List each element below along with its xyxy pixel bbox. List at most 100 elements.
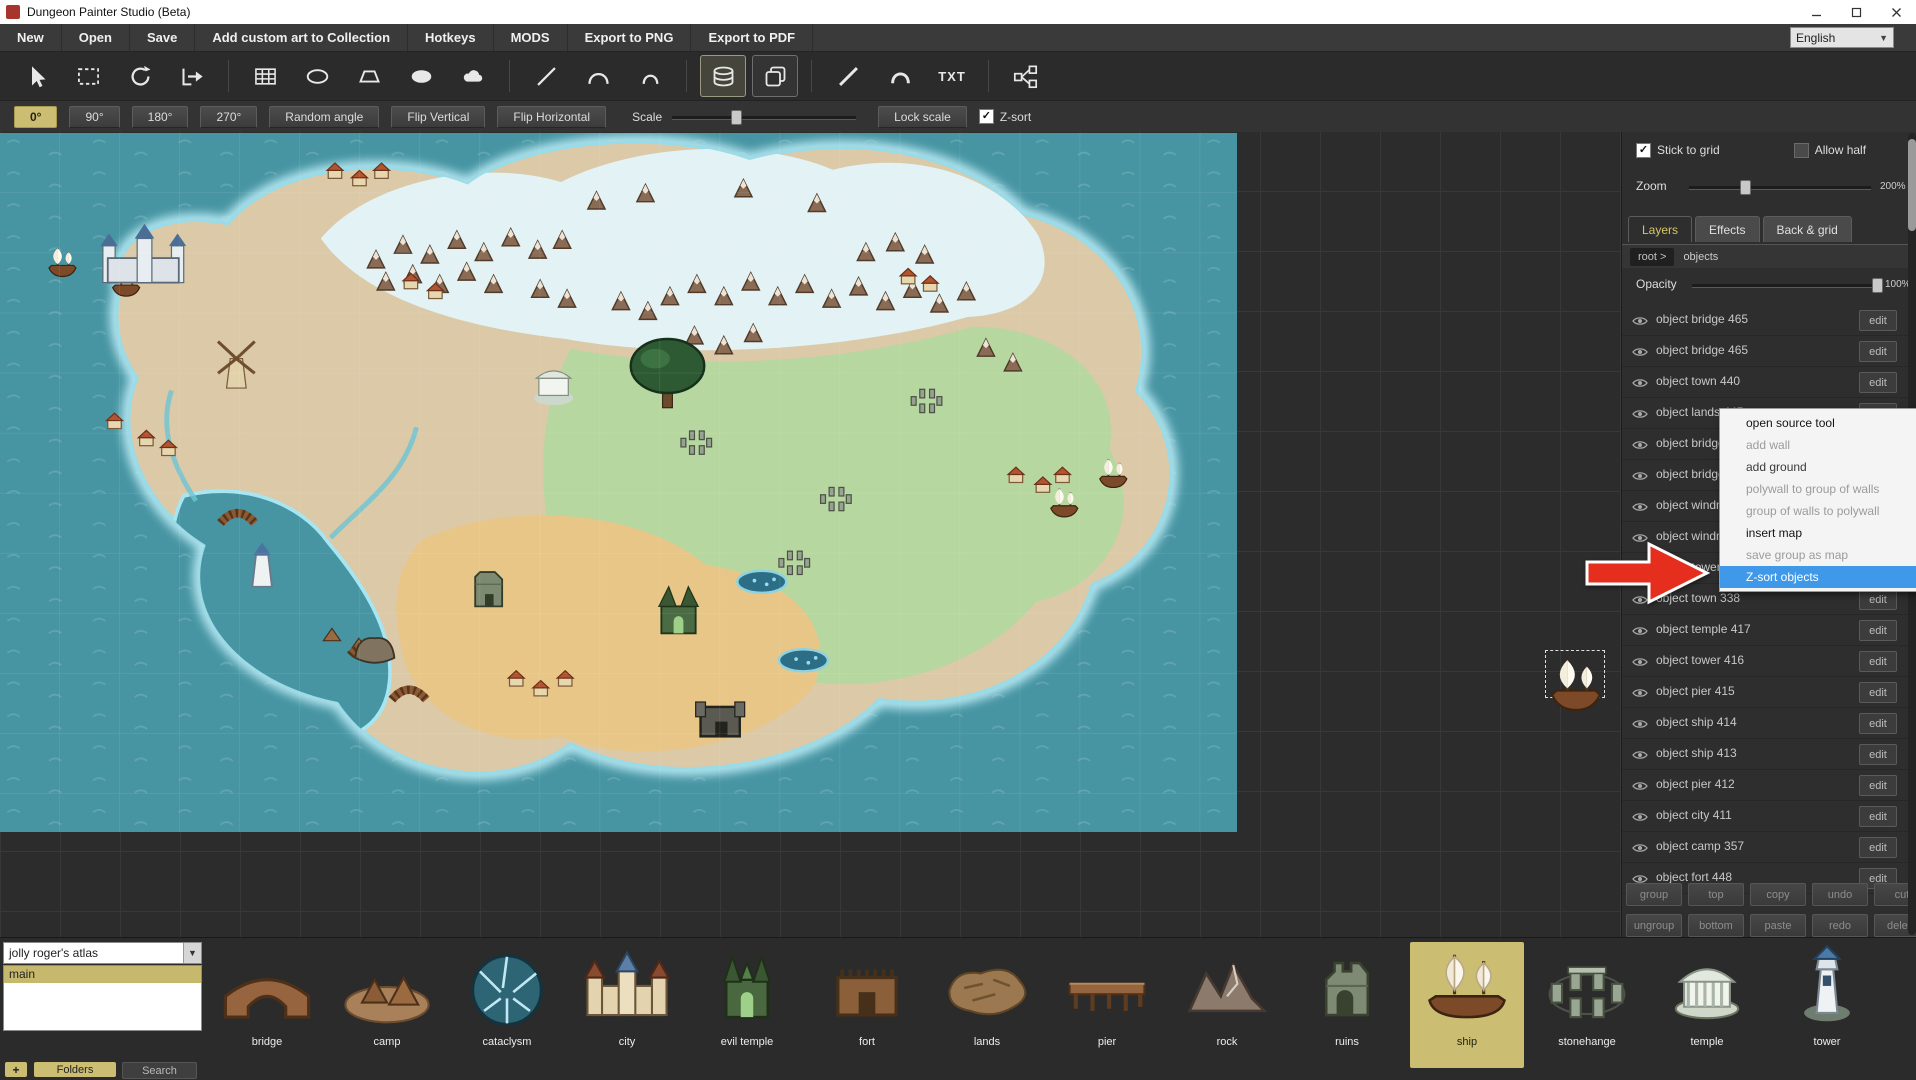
breadcrumb-root[interactable]: root > [1630, 248, 1674, 266]
line-tool-button[interactable] [523, 55, 569, 97]
context-menu-item-z-sort-objects[interactable]: Z-sort objects [1720, 566, 1916, 588]
visibility-eye-icon[interactable] [1632, 717, 1648, 735]
collection-select[interactable]: jolly roger's atlas ▼ [3, 942, 202, 964]
close-icon[interactable] [1876, 0, 1916, 24]
asset-tower[interactable]: tower [1767, 938, 1887, 1080]
move-tool-button[interactable] [169, 55, 215, 97]
stick-to-grid-checkbox[interactable]: ✓ [1636, 143, 1651, 158]
menu-item-open[interactable]: Open [62, 24, 130, 51]
nodes-tool-button[interactable] [1002, 55, 1048, 97]
random-angle-button[interactable]: Random angle [269, 106, 379, 128]
cloud-tool-button[interactable] [450, 55, 496, 97]
ellipse-tool-button[interactable] [294, 55, 340, 97]
layer-row[interactable]: object camp 357edit [1622, 832, 1916, 863]
pointer-tool-button[interactable] [13, 55, 59, 97]
rotate-tool-button[interactable] [117, 55, 163, 97]
layer-edit-button[interactable]: edit [1859, 775, 1897, 796]
context-menu-item-save-group-as-map[interactable]: save group as map [1720, 544, 1916, 566]
layer-edit-button[interactable]: edit [1859, 310, 1897, 331]
layer-edit-button[interactable]: edit [1859, 806, 1897, 827]
asset-pier[interactable]: pier [1047, 938, 1167, 1080]
asset-camp[interactable]: camp [327, 938, 447, 1080]
menu-item-add-custom-art-to-collection[interactable]: Add custom art to Collection [195, 24, 408, 51]
layer-row[interactable]: object bridge 465edit [1622, 305, 1916, 336]
marquee-tool-button[interactable] [65, 55, 111, 97]
visibility-eye-icon[interactable] [1632, 748, 1648, 766]
visibility-eye-icon[interactable] [1632, 779, 1648, 797]
visibility-eye-icon[interactable] [1632, 841, 1648, 859]
context-menu-item-group-of-walls-to-polywall[interactable]: group of walls to polywall [1720, 500, 1916, 522]
layer-edit-button[interactable]: edit [1859, 589, 1897, 610]
menu-item-hotkeys[interactable]: Hotkeys [408, 24, 494, 51]
sidebar-scrollbar-thumb[interactable] [1908, 139, 1916, 231]
visibility-eye-icon[interactable] [1632, 624, 1648, 642]
menu-item-export-to-pdf[interactable]: Export to PDF [691, 24, 813, 51]
action-redo-button[interactable]: redo [1812, 914, 1868, 937]
add-folder-button[interactable]: + [5, 1062, 27, 1077]
layer-edit-button[interactable]: edit [1859, 620, 1897, 641]
visibility-eye-icon[interactable] [1632, 438, 1648, 456]
scale-slider[interactable] [672, 110, 856, 124]
tab-folders[interactable]: Folders [34, 1062, 116, 1077]
scale-slider-thumb[interactable] [731, 110, 742, 125]
language-select[interactable]: English ▼ [1790, 27, 1894, 48]
maximize-icon[interactable] [1836, 0, 1876, 24]
slab-tool-button[interactable] [346, 55, 392, 97]
arc-tool-button[interactable] [575, 55, 621, 97]
action-top-button[interactable]: top [1688, 883, 1744, 906]
menu-item-mods[interactable]: MODS [494, 24, 568, 51]
asset-cataclysm[interactable]: cataclysm [447, 938, 567, 1080]
curve-tool-button[interactable] [627, 55, 673, 97]
asset-lands[interactable]: lands [927, 938, 1047, 1080]
layer-row[interactable]: object town 440edit [1622, 367, 1916, 398]
layer-edit-button[interactable]: edit [1859, 341, 1897, 362]
layer-row[interactable]: object temple 417edit [1622, 615, 1916, 646]
wall-arc-tool-button[interactable] [877, 55, 923, 97]
layer-edit-button[interactable]: edit [1859, 744, 1897, 765]
action-bottom-button[interactable]: bottom [1688, 914, 1744, 937]
layer-row[interactable]: object pier 412edit [1622, 770, 1916, 801]
asset-temple[interactable]: temple [1647, 938, 1767, 1080]
layer-row[interactable]: object pier 415edit [1622, 677, 1916, 708]
menu-item-save[interactable]: Save [130, 24, 195, 51]
visibility-eye-icon[interactable] [1632, 407, 1648, 425]
tab-effects[interactable]: Effects [1695, 216, 1759, 242]
opacity-slider[interactable] [1692, 278, 1880, 292]
asset-city[interactable]: city [567, 938, 687, 1080]
asset-stonehange[interactable]: stonehange [1527, 938, 1647, 1080]
layer-edit-button[interactable]: edit [1859, 713, 1897, 734]
copy-tool-button[interactable] [752, 55, 798, 97]
angle-button-90deg[interactable]: 90° [69, 106, 119, 128]
lock-scale-button[interactable]: Lock scale [878, 106, 967, 128]
visibility-eye-icon[interactable] [1632, 314, 1648, 332]
angle-button-180deg[interactable]: 180° [132, 106, 189, 128]
asset-fort[interactable]: fort [807, 938, 927, 1080]
tab-search[interactable]: Search [122, 1062, 197, 1079]
chevron-down-icon[interactable]: ▼ [183, 943, 201, 963]
layer-row[interactable]: object city 411edit [1622, 801, 1916, 832]
allow-half-checkbox[interactable]: ✓ [1794, 143, 1809, 158]
action-ungroup-button[interactable]: ungroup [1626, 914, 1682, 937]
selected-ship-object[interactable] [1545, 650, 1609, 722]
visibility-eye-icon[interactable] [1632, 810, 1648, 828]
flip-horizontal-button[interactable]: Flip Horizontal [497, 106, 606, 128]
context-menu-item-insert-map[interactable]: insert map [1720, 522, 1916, 544]
folder-item-main[interactable]: main [4, 966, 201, 983]
flip-vertical-button[interactable]: Flip Vertical [391, 106, 485, 128]
context-menu-item-polywall-to-group-of-walls[interactable]: polywall to group of walls [1720, 478, 1916, 500]
opacity-slider-thumb[interactable] [1872, 278, 1883, 293]
wall-line-tool-button[interactable] [825, 55, 871, 97]
zsort-checkbox[interactable]: ✓ [979, 109, 994, 124]
asset-evil-temple[interactable]: evil temple [687, 938, 807, 1080]
visibility-eye-icon[interactable] [1632, 376, 1648, 394]
action-paste-button[interactable]: paste [1750, 914, 1806, 937]
menu-item-export-to-png[interactable]: Export to PNG [568, 24, 692, 51]
layer-row[interactable]: object ship 414edit [1622, 708, 1916, 739]
text-tool-button[interactable]: TXT [929, 55, 975, 97]
visibility-eye-icon[interactable] [1632, 469, 1648, 487]
stack-tool-button[interactable] [700, 55, 746, 97]
context-menu-item-add-ground[interactable]: add ground [1720, 456, 1916, 478]
visibility-eye-icon[interactable] [1632, 345, 1648, 363]
layer-edit-button[interactable]: edit [1859, 682, 1897, 703]
visibility-eye-icon[interactable] [1632, 686, 1648, 704]
